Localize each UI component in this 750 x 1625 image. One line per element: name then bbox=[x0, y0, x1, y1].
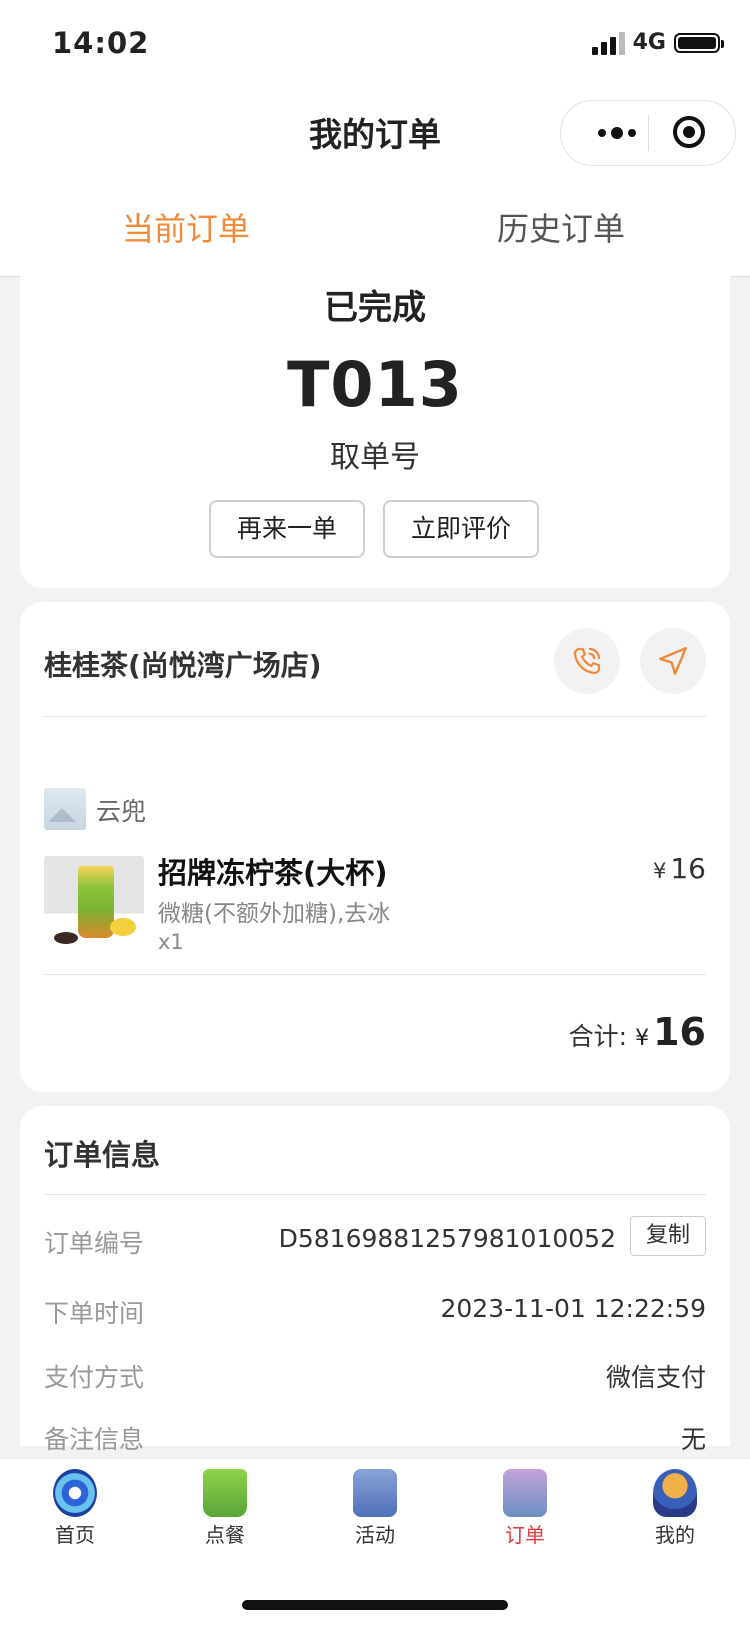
status-time: 14:02 bbox=[52, 26, 150, 60]
home-indicator[interactable] bbox=[242, 1600, 508, 1610]
product-price: ¥16 bbox=[653, 852, 706, 885]
tabbar-label-mine: 我的 bbox=[655, 1523, 695, 1547]
product-name: 招牌冻柠茶(大杯) bbox=[158, 856, 388, 890]
payment-method-value: 微信支付 bbox=[605, 1363, 706, 1392]
total-currency: ¥ bbox=[635, 1026, 650, 1051]
reorder-button[interactable]: 再来一单 bbox=[209, 500, 365, 558]
order-number-row: 订单编号 D58169881257981010052 复制 bbox=[44, 1216, 706, 1266]
order-info-title: 订单信息 bbox=[44, 1138, 161, 1172]
order-status-card: 已完成 T013 取单号 再来一单 立即评价 bbox=[20, 250, 730, 588]
total-label: 合计: bbox=[568, 1022, 628, 1051]
activity-icon bbox=[353, 1469, 397, 1517]
navigation-arrow-icon bbox=[659, 647, 687, 675]
remark-label: 备注信息 bbox=[44, 1425, 145, 1454]
total-value: 16 bbox=[653, 1010, 706, 1054]
navigate-button[interactable] bbox=[640, 628, 706, 694]
call-button[interactable] bbox=[554, 628, 620, 694]
product-image bbox=[44, 856, 144, 952]
status-indicators: 4G bbox=[591, 30, 724, 55]
product-spec: 微糖(不额外加糖),去冰 bbox=[158, 901, 391, 927]
store-card: 桂桂茶(尚悦湾广场店) 云兜 招牌冻柠茶(大杯) 微糖(不额外加糖),去冰 x1… bbox=[20, 602, 730, 1092]
tabbar-item-activity[interactable]: 活动 bbox=[300, 1469, 450, 1548]
shop-label: 云兜 bbox=[96, 797, 147, 826]
order-info-card: 订单信息 订单编号 D58169881257981010052 复制 下单时间 … bbox=[20, 1106, 730, 1454]
order-time-label: 下单时间 bbox=[44, 1299, 145, 1328]
shop-logo bbox=[44, 788, 86, 830]
profile-icon bbox=[653, 1469, 697, 1517]
order-status: 已完成 bbox=[324, 288, 426, 328]
pickup-number: T013 bbox=[287, 348, 463, 421]
tab-history-orders[interactable]: 历史订单 bbox=[497, 204, 625, 250]
capsule-divider bbox=[648, 115, 649, 151]
remark-row: 备注信息 无 bbox=[44, 1412, 706, 1462]
orders-icon bbox=[503, 1469, 547, 1517]
order-time-value: 2023-11-01 12:22:59 bbox=[440, 1294, 706, 1323]
payment-method-label: 支付方式 bbox=[44, 1363, 145, 1392]
tabbar-item-home[interactable]: 首页 bbox=[0, 1469, 150, 1548]
tabbar-item-order[interactable]: 点餐 bbox=[150, 1469, 300, 1548]
home-icon bbox=[53, 1469, 97, 1517]
drink-cup-icon bbox=[203, 1469, 247, 1517]
tabbar-item-mine[interactable]: 我的 bbox=[600, 1469, 750, 1548]
nav-bar: 我的订单 bbox=[0, 90, 750, 180]
tabbar-label-orders: 订单 bbox=[505, 1523, 545, 1547]
order-number-value: D58169881257981010052 bbox=[278, 1224, 616, 1253]
product-quantity: x1 bbox=[158, 930, 184, 954]
store-name: 桂桂茶(尚悦湾广场店) bbox=[44, 649, 322, 682]
tabbar-label-activity: 活动 bbox=[355, 1523, 395, 1547]
price-value: 16 bbox=[670, 852, 706, 885]
signal-icon bbox=[591, 31, 625, 55]
network-label: 4G bbox=[632, 30, 666, 55]
tabbar-label-order: 点餐 bbox=[205, 1523, 245, 1547]
total-row: 合计: ¥ 16 bbox=[569, 1010, 706, 1054]
tabbar-label-home: 首页 bbox=[55, 1523, 95, 1547]
divider bbox=[44, 1194, 706, 1195]
review-button[interactable]: 立即评价 bbox=[383, 500, 539, 558]
copy-button[interactable]: 复制 bbox=[630, 1216, 706, 1256]
price-currency: ¥ bbox=[652, 859, 667, 883]
payment-method-row: 支付方式 微信支付 bbox=[44, 1350, 706, 1400]
tabbar-item-orders[interactable]: 订单 bbox=[450, 1469, 600, 1548]
tab-current-orders[interactable]: 当前订单 bbox=[122, 204, 250, 250]
order-number-label: 订单编号 bbox=[44, 1229, 145, 1258]
miniprogram-capsule bbox=[560, 100, 736, 166]
more-icon[interactable] bbox=[587, 118, 647, 148]
status-bar: 14:02 4G bbox=[0, 0, 750, 90]
battery-icon bbox=[674, 32, 724, 53]
order-time-row: 下单时间 2023-11-01 12:22:59 bbox=[44, 1286, 706, 1336]
divider bbox=[44, 716, 706, 717]
pickup-label: 取单号 bbox=[330, 440, 420, 475]
phone-icon bbox=[573, 647, 601, 675]
divider bbox=[44, 974, 706, 975]
remark-value: 无 bbox=[680, 1425, 706, 1454]
close-icon[interactable] bbox=[673, 116, 705, 148]
